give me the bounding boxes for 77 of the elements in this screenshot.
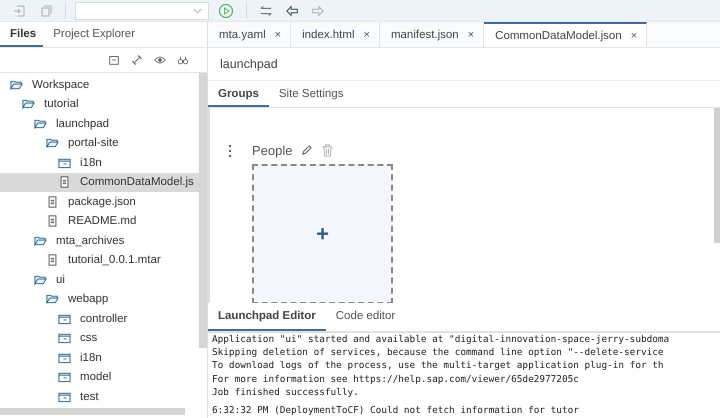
folder-icon [58, 390, 71, 403]
tree-item[interactable]: tutorial_0.0.1.mtar [0, 250, 199, 270]
close-icon[interactable]: × [468, 28, 474, 40]
tree-item[interactable]: package.json [0, 192, 199, 212]
run-config-dropdown[interactable] [75, 2, 209, 20]
editor-tab[interactable]: Code editor [326, 303, 406, 331]
open-folder-icon [34, 118, 47, 130]
close-icon[interactable]: × [364, 28, 370, 40]
open-folder-icon [34, 234, 47, 247]
tree-item[interactable]: tutorial [0, 94, 199, 114]
editor-tab[interactable]: index.html × [291, 22, 380, 47]
console-line: Skipping deletion of services, because the command line option "--delete-service [212, 346, 665, 360]
file-icon [46, 254, 59, 266]
import-icon[interactable] [13, 4, 27, 18]
sidebar-tab[interactable]: Project Explorer [43, 22, 142, 47]
binoculars-icon[interactable] [177, 54, 189, 66]
tree-item[interactable]: README.md [0, 212, 199, 231]
editor-tab[interactable]: Launchpad Editor [208, 303, 326, 331]
tab-label: index.html [302, 28, 355, 40]
tree-item[interactable]: controller [0, 309, 199, 328]
scrollbar[interactable] [0, 408, 185, 415]
run-icon[interactable] [218, 2, 234, 18]
tree-item[interactable]: test [0, 387, 199, 406]
page-title: launchpad [208, 48, 720, 81]
console-line: Application "ui" started and available at "digital-innovation-space-jerry-subdoma [212, 333, 670, 346]
console-line: To download logs of the process, use the multi-target application plug-in for th [212, 359, 665, 373]
folder-icon [58, 332, 71, 344]
trash-icon[interactable] [321, 144, 334, 157]
collapse-icon[interactable] [108, 54, 120, 66]
tree-item[interactable]: webapp [0, 290, 199, 309]
open-folder-icon [10, 78, 23, 91]
scrollbar[interactable] [714, 108, 720, 243]
tree-item[interactable]: model [0, 368, 199, 387]
open-folder-icon [34, 274, 47, 286]
open-folder-icon [46, 293, 59, 306]
open-folder-icon [22, 98, 35, 110]
editor-tab[interactable]: Site Settings [268, 81, 354, 107]
tab-label: CommonDataModel.json [495, 30, 622, 42]
arrows-icon[interactable] [259, 4, 273, 18]
forward-arrow-icon[interactable] [311, 4, 325, 18]
tab-label: mta.yaml [219, 28, 266, 40]
editor-tab[interactable]: CommonDataModel.json × [484, 22, 648, 47]
drag-handle-icon[interactable] [228, 144, 232, 158]
close-icon[interactable]: × [630, 30, 638, 42]
file-icon [58, 176, 71, 188]
file-icon [46, 196, 59, 208]
console-line: Job finished successfully. [212, 386, 360, 400]
tree-item[interactable]: i18n [0, 348, 199, 368]
tree-item[interactable]: mta_archives [0, 231, 199, 250]
folder-icon [58, 312, 71, 325]
folder-icon [58, 352, 71, 364]
sidebar-tab[interactable]: Files [0, 22, 44, 47]
console-line: For more information see https://help.sap.com/viewer/65de2977205c [212, 372, 580, 386]
group-name: People [252, 143, 292, 158]
folder-icon [58, 371, 71, 384]
tree-item[interactable]: css [0, 328, 199, 348]
back-arrow-icon[interactable] [285, 4, 299, 18]
export-icon[interactable] [39, 4, 53, 18]
scrollbar[interactable] [199, 73, 207, 348]
folder-icon [58, 156, 71, 169]
console-line: 6:32:32 PM (DeploymentToCF) Could not fetch information for tutor [212, 404, 580, 418]
caret-icon [193, 8, 202, 14]
close-icon[interactable]: × [274, 28, 282, 40]
pencil-icon[interactable] [300, 144, 314, 157]
tree-item[interactable]: launchpad [0, 114, 199, 134]
file-icon [46, 215, 59, 228]
editor-tab[interactable]: mta.yaml × [208, 22, 292, 47]
open-folder-icon [46, 137, 59, 150]
tree-item[interactable]: Workspace [0, 75, 199, 94]
tree-item[interactable]: i18n [0, 153, 199, 172]
tree-item[interactable]: CommonDataModel.js [0, 172, 199, 192]
tab-label: manifest.json [390, 28, 459, 40]
eye-icon[interactable] [154, 54, 166, 66]
tree-item[interactable]: ui [0, 270, 199, 290]
tree-item[interactable]: portal-site [0, 134, 199, 153]
add-tile-button[interactable]: + [252, 164, 393, 303]
editor-tab[interactable]: Groups [208, 81, 269, 107]
